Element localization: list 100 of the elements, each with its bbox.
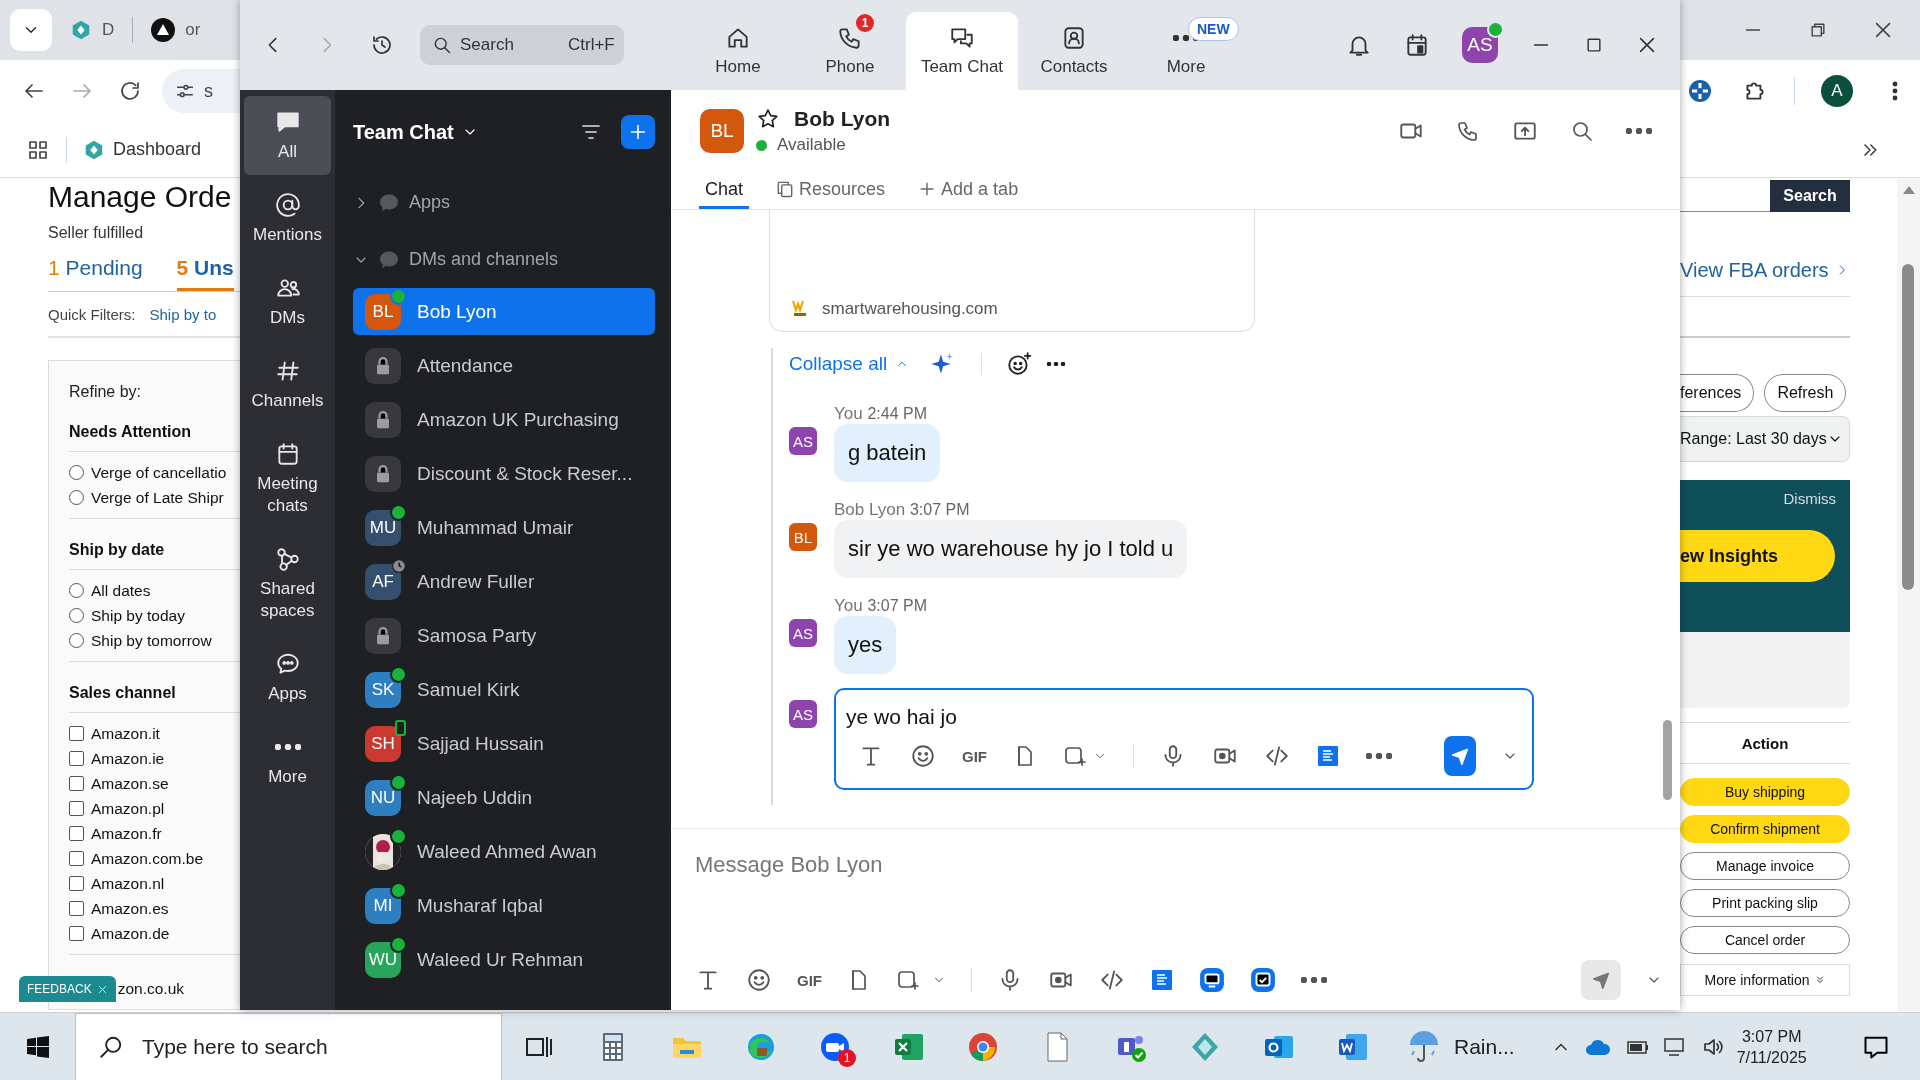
extension-icon[interactable] xyxy=(1688,79,1712,103)
history-icon[interactable] xyxy=(370,33,394,57)
radio-button[interactable] xyxy=(69,583,84,598)
chat-list-item[interactable]: SK Samuel Kirk xyxy=(353,666,655,713)
emoji-icon[interactable] xyxy=(910,743,936,769)
screenshot-icon[interactable] xyxy=(1063,744,1087,768)
chat-tab[interactable]: Add a tab xyxy=(911,172,1025,209)
nav-tab[interactable]: Team Chat xyxy=(906,12,1018,90)
network-icon[interactable] xyxy=(1662,1037,1687,1057)
order-tab[interactable]: 5 Uns xyxy=(176,256,234,291)
calendar-icon[interactable] xyxy=(1404,32,1430,58)
browser-tab[interactable]: or xyxy=(143,18,209,42)
search-field[interactable]: Search Ctrl+F xyxy=(420,25,624,65)
search-input[interactable]: Search xyxy=(460,35,560,55)
date-range-dropdown[interactable]: Range: Last 30 days xyxy=(1680,416,1850,462)
sidebar-item[interactable]: Mentions xyxy=(244,179,331,258)
more-icon[interactable] xyxy=(1301,977,1327,983)
reload-icon[interactable] xyxy=(118,79,142,103)
chat-list-item[interactable]: BL Bob Lyon xyxy=(353,288,655,335)
feedback-badge[interactable]: FEEDBACK xyxy=(19,976,116,1002)
dismiss-link[interactable]: Dismiss xyxy=(1783,490,1836,507)
link-preview-card[interactable]: smartwarehousing.com xyxy=(769,210,1255,332)
taskbar-search-field[interactable]: Type here to search xyxy=(75,1013,502,1080)
chat-list-item[interactable]: Waleed Ahmed Awan xyxy=(353,828,655,875)
checkbox[interactable] xyxy=(69,876,84,891)
sidebar-item[interactable]: More xyxy=(244,721,331,800)
section-header[interactable]: Apps xyxy=(353,174,655,231)
order-tab[interactable]: 1 Pending xyxy=(48,256,143,291)
sidebar-item[interactable]: Channels xyxy=(244,345,331,424)
screen-icon[interactable] xyxy=(1199,967,1225,993)
action-button[interactable]: Print packing slip xyxy=(1680,889,1850,917)
emoji-icon[interactable] xyxy=(746,967,772,993)
gif-button[interactable]: GIF xyxy=(797,971,822,989)
action-button[interactable]: Cancel order xyxy=(1680,926,1850,954)
more-icon[interactable] xyxy=(1046,362,1067,366)
radio-button[interactable] xyxy=(69,608,84,623)
nav-tab[interactable]: Home xyxy=(682,12,794,90)
chat-list-item[interactable]: Amazon UK Purchasing xyxy=(353,396,655,443)
radio-button[interactable] xyxy=(69,490,84,505)
chat-list-item[interactable]: NU Najeeb Uddin xyxy=(353,774,655,821)
search-button[interactable]: Search xyxy=(1770,180,1850,212)
send-button[interactable] xyxy=(1581,960,1621,1000)
chat-list-item[interactable]: AF Andrew Fuller xyxy=(353,558,655,605)
document-icon[interactable] xyxy=(1150,968,1174,992)
address-bar[interactable]: s xyxy=(162,69,240,113)
message-field[interactable]: Message Bob Lyon xyxy=(695,845,1680,885)
phone-icon[interactable] xyxy=(1456,119,1480,143)
action-button[interactable]: Manage invoice xyxy=(1680,852,1850,880)
send-button[interactable] xyxy=(1443,736,1476,776)
chat-list-item[interactable]: Samosa Party xyxy=(353,612,655,659)
reply-editor[interactable]: ye wo hai jo GIF xyxy=(834,688,1534,790)
action-button[interactable]: Buy shipping xyxy=(1680,778,1850,806)
radio-button[interactable] xyxy=(69,633,84,648)
sidebar-item[interactable]: All xyxy=(244,96,331,175)
gif-button[interactable]: GIF xyxy=(962,747,987,765)
browser-tab[interactable]: D xyxy=(62,19,123,41)
nav-tab[interactable]: Contacts xyxy=(1018,12,1130,90)
insights-button[interactable]: ew Insights xyxy=(1680,530,1835,582)
radio-button[interactable] xyxy=(69,465,84,480)
scroll-up-icon[interactable] xyxy=(1903,186,1915,194)
chat-list-item[interactable]: MU Muhammad Umair xyxy=(353,504,655,551)
more-information-button[interactable]: More information xyxy=(1680,964,1850,996)
document-icon[interactable] xyxy=(1315,744,1340,768)
section-header[interactable]: DMs and channels xyxy=(353,231,655,288)
more-icon[interactable] xyxy=(1365,753,1392,759)
checkbox[interactable] xyxy=(69,751,84,766)
star-icon[interactable] xyxy=(756,107,780,131)
search-icon[interactable] xyxy=(1570,119,1594,143)
screenshot-icon[interactable] xyxy=(896,968,920,992)
checkbox[interactable] xyxy=(69,726,84,741)
sidebar-item[interactable]: Apps xyxy=(244,638,331,717)
quick-filter-link[interactable]: Ship by to xyxy=(149,305,217,323)
nav-tab[interactable]: NEW More xyxy=(1130,12,1242,90)
nav-tab[interactable]: 1 Phone xyxy=(794,12,906,90)
sidebar-item[interactable]: Shared spaces xyxy=(244,533,331,634)
chat-list-item[interactable]: SH Sajjad Hussain xyxy=(353,720,655,767)
checkbox[interactable] xyxy=(69,826,84,841)
taskbar-search-input[interactable]: Type here to search xyxy=(142,1035,472,1059)
checkbox[interactable] xyxy=(69,801,84,816)
sidebar-item[interactable]: DMs xyxy=(244,262,331,341)
collapse-all-link[interactable]: Collapse all xyxy=(789,353,910,375)
fba-orders-link[interactable]: View FBA orders xyxy=(1680,258,1829,282)
chat-list-item[interactable]: Attendance xyxy=(353,342,655,389)
bookmark[interactable]: Dashboard xyxy=(83,138,202,161)
add-button[interactable] xyxy=(621,115,655,149)
action-button[interactable]: Confirm shipment xyxy=(1680,815,1850,843)
more-icon[interactable] xyxy=(1626,128,1652,134)
chat-list-item[interactable]: MI Musharaf Iqbal xyxy=(353,882,655,929)
checkbox[interactable] xyxy=(69,926,84,941)
checkbox[interactable] xyxy=(69,851,84,866)
profile-avatar[interactable]: A xyxy=(1821,75,1853,107)
chat-tab[interactable]: Chat xyxy=(699,172,750,209)
video-meeting-button[interactable]: 1 xyxy=(798,1013,872,1080)
windows-logo-icon[interactable] xyxy=(25,1035,50,1059)
weather-widget[interactable]: Rain... xyxy=(1406,1029,1515,1065)
scrollbar-thumb[interactable] xyxy=(1663,720,1672,800)
chat-list-item[interactable]: Discount & Stock Reser... xyxy=(353,450,655,497)
chat-tab[interactable]: Resources xyxy=(769,172,892,209)
checkbox[interactable] xyxy=(69,776,84,791)
battery-icon[interactable] xyxy=(1624,1038,1649,1056)
